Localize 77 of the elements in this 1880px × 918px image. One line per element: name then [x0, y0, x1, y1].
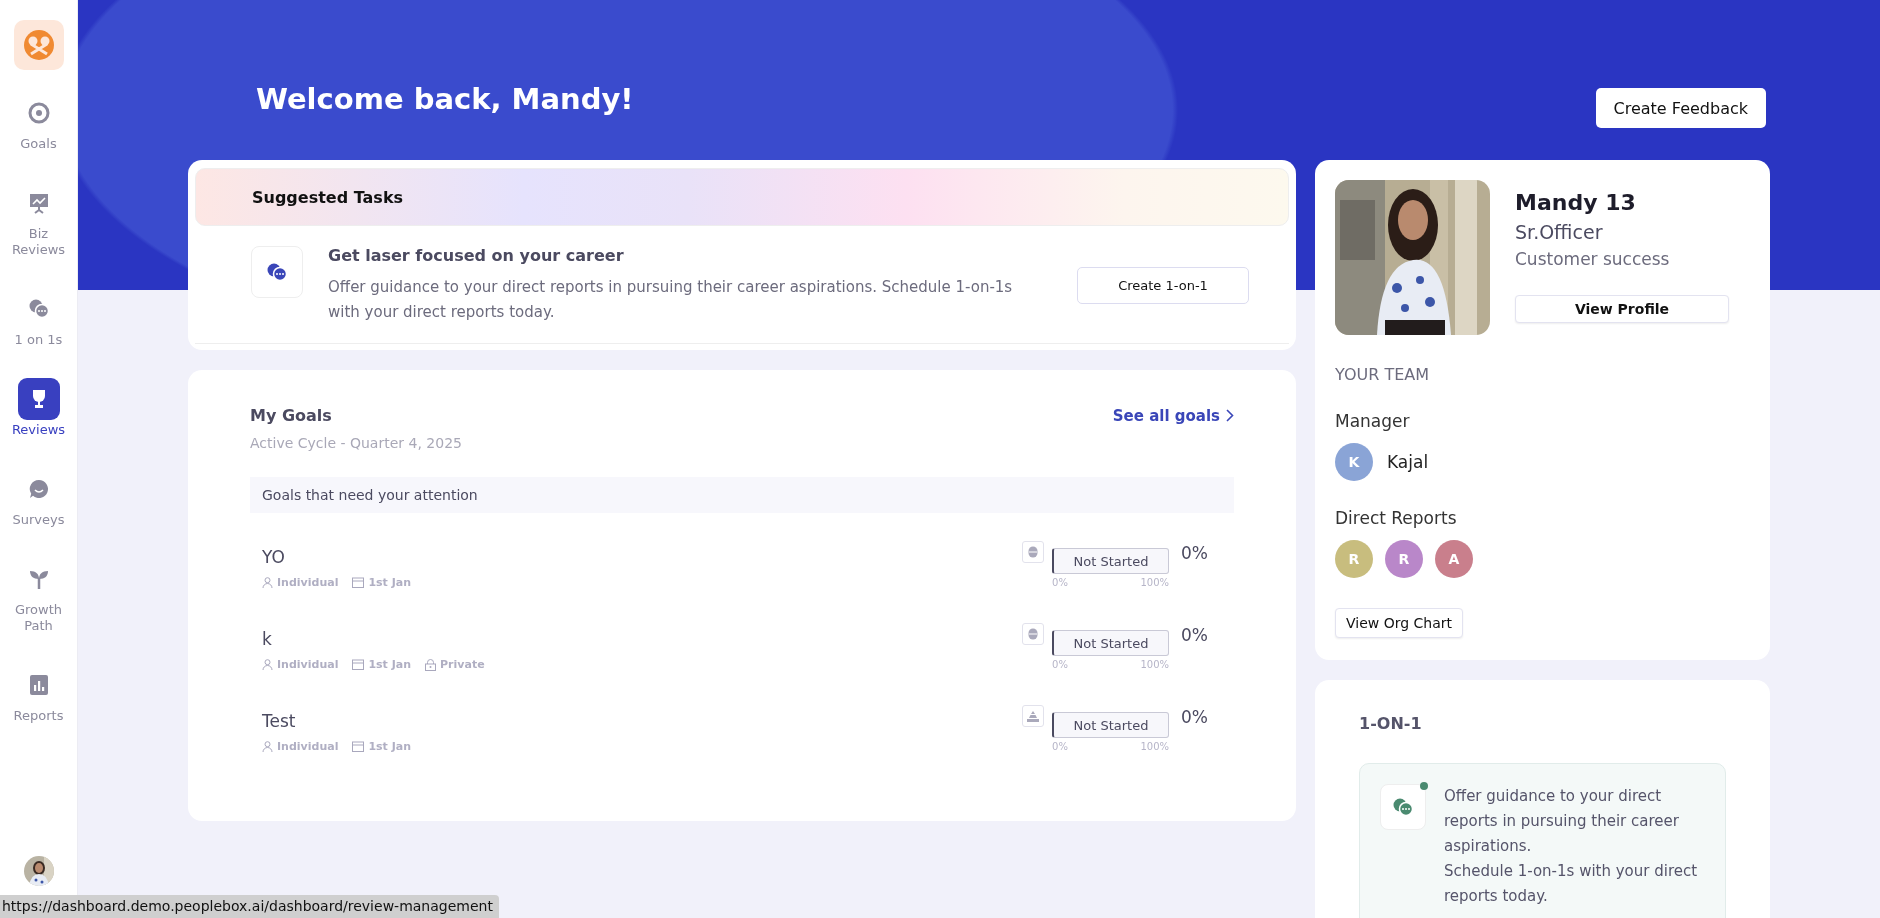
avatar-initial: K	[1335, 443, 1373, 481]
calendar-icon	[352, 741, 365, 752]
avatar-initial[interactable]: R	[1335, 540, 1373, 578]
lock-icon	[425, 658, 437, 671]
scale-label: 100%	[1140, 659, 1169, 670]
goal-meta: Individual	[277, 658, 339, 671]
presentation-board-icon	[27, 192, 50, 214]
welcome-heading: Welcome back, Mandy!	[256, 82, 634, 116]
progress-percent: 0%	[1181, 543, 1208, 563]
sidebar-item[interactable]: 1 on 1s	[3, 288, 74, 348]
status-label: Not Started	[1073, 553, 1149, 569]
goals-title: My Goals	[250, 406, 332, 425]
chat-bubbles-icon	[27, 298, 50, 320]
sidebar-item[interactable]: Reviews	[3, 378, 74, 438]
calendar-icon	[352, 659, 365, 670]
create-feedback-button[interactable]: Create Feedback	[1595, 88, 1766, 128]
progress-percent: 0%	[1181, 625, 1208, 645]
direct-reports-label: Direct Reports	[1335, 508, 1458, 528]
chat-bubbles-icon	[266, 262, 288, 282]
view-profile-button[interactable]: View Profile	[1515, 295, 1729, 323]
sidebar-item[interactable]: Goals	[3, 92, 74, 152]
manager-label: Manager	[1335, 411, 1411, 431]
person-icon	[262, 659, 273, 670]
capsule-icon	[1022, 541, 1044, 563]
person-icon	[262, 577, 273, 588]
scale-label: 0%	[1052, 577, 1068, 588]
goal-meta: 1st Jan	[368, 576, 412, 589]
goal-meta: Individual	[277, 740, 339, 753]
goal-meta: Private	[440, 658, 485, 671]
app-logo[interactable]	[13, 20, 64, 70]
one-on-one-title: 1-ON-1	[1359, 714, 1423, 733]
goal-name: YO	[262, 547, 286, 567]
target-icon	[27, 102, 50, 124]
scale-label: 100%	[1140, 741, 1169, 752]
link-url-text: https://dashboard.demo.peoplebox.ai/dashboard/review-management	[0, 895, 499, 918]
chat-bubbles-icon	[1392, 797, 1414, 817]
progress-percent: 0%	[1181, 707, 1208, 727]
pyramid-icon	[1022, 705, 1044, 727]
create-one-on-one-button[interactable]: Create 1-on-1	[1077, 267, 1249, 304]
team-heading: YOUR TEAM	[1335, 365, 1431, 384]
chevron-right-icon	[1226, 409, 1234, 422]
task-title: Get laser focused on your career	[328, 246, 625, 265]
status-label: Not Started	[1073, 717, 1149, 733]
calendar-icon	[352, 577, 365, 588]
goal-meta: 1st Jan	[368, 740, 412, 753]
scale-label: 0%	[1052, 741, 1068, 752]
avatar-initial[interactable]: R	[1385, 540, 1423, 578]
scale-label: 100%	[1140, 577, 1169, 588]
attention-label: Goals that need your attention	[262, 487, 478, 503]
sidebar-item[interactable]: Reports	[3, 664, 74, 724]
user-avatar	[23, 856, 54, 886]
capsule-icon	[1022, 623, 1044, 645]
sidebar-item[interactable]: Growth Path	[3, 558, 74, 634]
manager-name: Kajal	[1387, 452, 1429, 472]
sidebar-item[interactable]: Biz Reviews	[3, 182, 74, 258]
tasks-title: Suggested Tasks	[252, 187, 404, 207]
tip-text: Schedule 1-on-1s with your direct reports today.	[1444, 861, 1699, 907]
status-label: Not Started	[1073, 635, 1149, 651]
profile-department: Customer success	[1515, 249, 1671, 269]
speech-bubble-icon	[27, 478, 50, 500]
see-all-goals-link[interactable]: See all goals	[1112, 406, 1234, 425]
person-icon	[262, 741, 273, 752]
profile-name: Mandy 13	[1515, 190, 1637, 215]
task-description: Offer guidance to your direct reports in pursuing their career aspirations. Schedule 1-on-1s with your direct reports today.	[328, 277, 1014, 323]
view-org-chart-button[interactable]: View Org Chart	[1335, 608, 1463, 638]
sprout-icon	[27, 568, 50, 590]
profile-role: Sr.Officer	[1515, 221, 1604, 243]
sidebar-item[interactable]: Surveys	[3, 468, 74, 528]
goal-name: Test	[262, 711, 297, 731]
bar-chart-icon	[27, 674, 50, 696]
cycle-subtitle: Active Cycle - Quarter 4, 2025	[250, 435, 463, 451]
avatar-initial[interactable]: A	[1435, 540, 1473, 578]
goal-meta: Individual	[277, 576, 339, 589]
goal-meta: 1st Jan	[368, 658, 412, 671]
scale-label: 0%	[1052, 659, 1068, 670]
goal-name: k	[262, 629, 273, 649]
tip-text: Offer guidance to your direct reports in pursuing their career aspirations.	[1444, 786, 1680, 857]
